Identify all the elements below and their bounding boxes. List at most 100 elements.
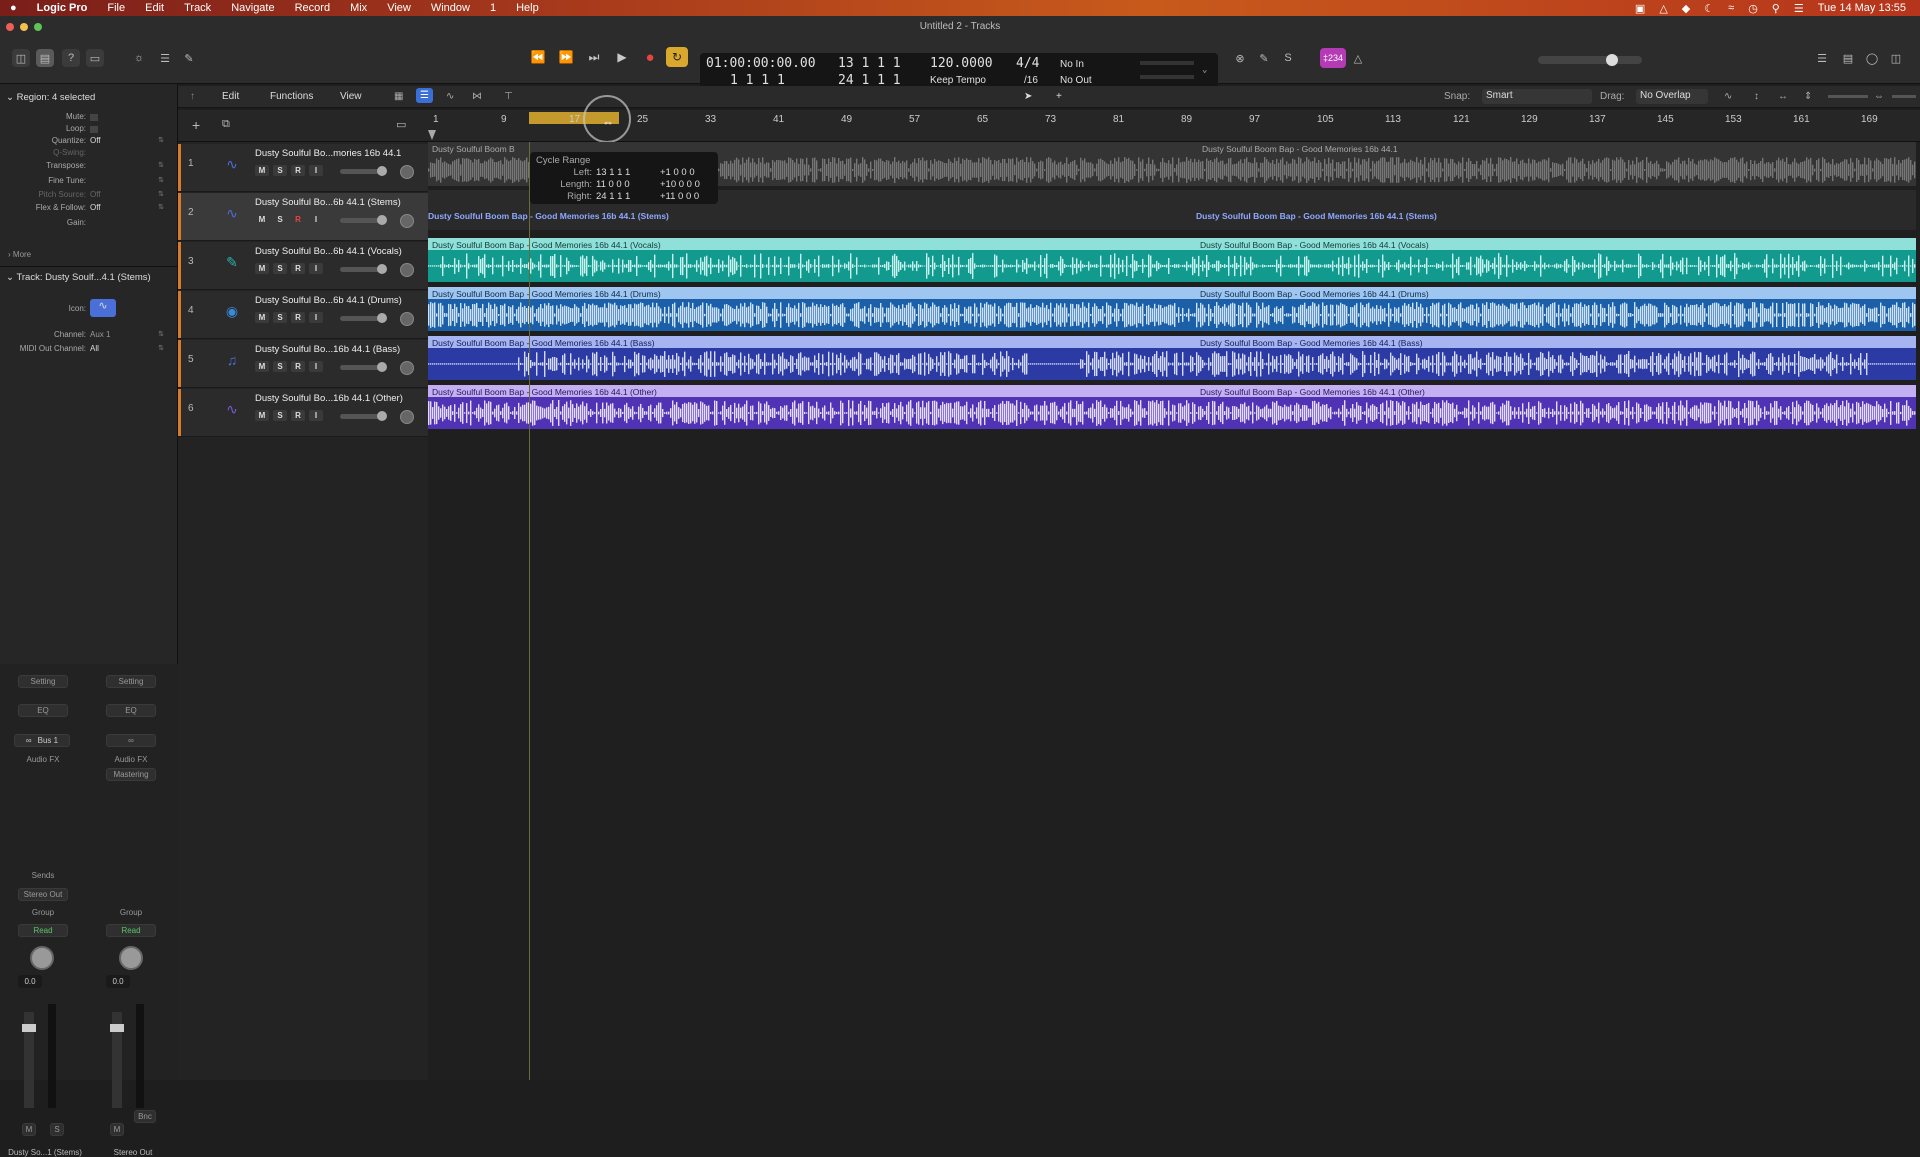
grid-view-icon[interactable]: ▦ [394, 91, 403, 102]
pan-knob-left[interactable] [30, 946, 54, 970]
bounce-button[interactable]: Bnc [134, 1110, 156, 1123]
track-icon[interactable]: ∿ [220, 203, 244, 223]
more-disclosure[interactable]: › More [8, 250, 31, 259]
region-track-6-other[interactable]: Dusty Soulful Boom Bap - Good Memories 1… [428, 385, 1916, 429]
menu-record[interactable]: Record [285, 2, 340, 14]
input-monitor-button[interactable]: I [309, 263, 323, 274]
record-enable-button[interactable]: R [291, 214, 305, 225]
track-name[interactable]: Dusty Soulful Bo...16b 44.1 (Bass) [255, 344, 400, 355]
region-track-5-bass[interactable]: Dusty Soulful Boom Bap - Good Memories 1… [428, 336, 1916, 380]
stepper-icon[interactable]: ⇅ [158, 203, 164, 211]
automation-icon[interactable]: ∿ [446, 91, 454, 102]
view-menu[interactable]: View [340, 91, 362, 102]
lcd-division[interactable]: /16 [1024, 75, 1038, 86]
count-in-badge[interactable]: ‡234 [1320, 48, 1346, 68]
inspector-row-fine-tune[interactable]: Fine Tune: ⇅ [0, 176, 170, 187]
group-slot-right[interactable]: Group [106, 906, 156, 919]
fader-cap[interactable] [22, 1024, 36, 1032]
inspector-row-gain[interactable]: Gain: [0, 218, 170, 229]
solo-button[interactable]: S [273, 165, 287, 176]
track-header[interactable]: 2 ∿ Dusty Soulful Bo...6b 44.1 (Stems) M S R I [178, 193, 428, 241]
solo-button[interactable]: S [273, 214, 287, 225]
quick-help-icon[interactable]: ? [62, 49, 80, 67]
setting-button-left[interactable]: Setting [18, 675, 68, 688]
input-monitor-button[interactable]: I [309, 312, 323, 323]
inspector-row-midi-out[interactable]: MIDI Out Channel: All ⇅ [0, 344, 170, 355]
track-header[interactable]: 5 ♫ Dusty Soulful Bo...16b 44.1 (Bass) M S R I [178, 340, 428, 388]
add-track-icon[interactable]: + [192, 117, 200, 133]
track-header[interactable]: 3 ✎ Dusty Soulful Bo...6b 44.1 (Vocals) M S R… [178, 242, 428, 290]
horizontal-fit-icon[interactable]: ↔ [1778, 91, 1788, 102]
inspector-row-quantize[interactable]: Quantize: Off ⇅ [0, 136, 170, 147]
track-icon[interactable]: ✎ [220, 252, 244, 272]
record-enable-button[interactable]: R [291, 410, 305, 421]
lcd-dropdown-chevron-icon[interactable]: ⌄ [1202, 65, 1207, 75]
track-pan-knob[interactable] [400, 214, 414, 228]
solo-button[interactable]: S [273, 361, 287, 372]
mute-button[interactable]: M [255, 410, 269, 421]
stepper-icon[interactable]: ⇅ [158, 190, 164, 198]
track-pan-knob[interactable] [400, 361, 414, 375]
track-volume-slider[interactable] [340, 166, 387, 176]
track-icon[interactable]: ◉ [220, 301, 244, 321]
input-slot-left[interactable]: ∞ Bus 1 [14, 734, 70, 747]
volume-fader-right[interactable] [110, 1012, 124, 1108]
mute-button-right[interactable]: M [110, 1123, 124, 1136]
disclosure-chevron-icon[interactable]: ⌄ [6, 92, 14, 103]
cycle-icon[interactable]: ↻ [666, 47, 688, 67]
track-pan-knob[interactable] [400, 410, 414, 424]
disclosure-chevron-icon[interactable]: ⌄ [6, 272, 14, 283]
loop-checkbox[interactable] [90, 126, 98, 133]
audio-fx-right[interactable]: Audio FX [106, 753, 156, 766]
mute-button[interactable]: M [255, 263, 269, 274]
menu-1[interactable]: 1 [480, 2, 506, 14]
input-monitor-button[interactable]: I [309, 214, 323, 225]
lcd-time-signature[interactable]: 4/4 [1016, 56, 1039, 71]
menu-file[interactable]: File [97, 2, 135, 14]
smart-controls-icon[interactable]: ☼ [130, 49, 148, 67]
mute-checkbox[interactable] [90, 114, 98, 121]
global-tracks-icon[interactable]: ▭ [396, 118, 406, 131]
edit-menu[interactable]: Edit [222, 91, 239, 102]
tracks-area[interactable]: Dusty Soulful Boom B Dusty Soulful Boom … [428, 142, 1920, 1080]
duplicate-track-icon[interactable]: ⧉ [222, 118, 230, 131]
solo-button[interactable]: S [273, 312, 287, 323]
mute-button[interactable]: M [255, 361, 269, 372]
zoom-vertical-icon[interactable]: ⇕ [1804, 91, 1812, 102]
menu-help[interactable]: Help [506, 2, 549, 14]
track-name[interactable]: Dusty Soulful Bo...16b 44.1 (Other) [255, 393, 403, 404]
volume-readout-right[interactable]: 0.0 [106, 975, 130, 988]
automation-mode-left[interactable]: Read [18, 924, 68, 937]
track-volume-slider[interactable] [340, 264, 387, 274]
track-volume-slider[interactable] [340, 362, 387, 372]
vertical-zoom-slider[interactable] [1828, 95, 1868, 98]
mute-button[interactable]: M [255, 214, 269, 225]
automation-mode-right[interactable]: Read [106, 924, 156, 937]
catch-playhead-icon[interactable]: ⊤ [504, 91, 513, 102]
control-center-icon[interactable]: ☰ [1794, 2, 1804, 15]
pointer-tool-icon[interactable]: ➤ [1024, 91, 1032, 102]
mute-button-left[interactable]: M [22, 1123, 36, 1136]
inspector-toggle-icon[interactable]: ▤ [36, 49, 54, 67]
inspector-row-qswing[interactable]: Q-Swing: [0, 148, 170, 159]
list-view-icon[interactable]: ☰ [416, 88, 433, 103]
play-icon[interactable]: ▶ [611, 47, 633, 67]
tuner-icon[interactable]: ✎ [1256, 49, 1272, 67]
solo-button[interactable]: S [273, 263, 287, 274]
midi-out-value[interactable]: All [90, 344, 99, 353]
track-name[interactable]: Dusty Soulful Bo...mories 16b 44.1 [255, 148, 401, 159]
inspector-row-flex-follow[interactable]: Flex & Follow: Off ⇅ [0, 203, 170, 214]
record-icon[interactable]: ● [639, 47, 661, 67]
drag-dropdown[interactable]: No Overlap [1636, 89, 1708, 104]
metronome-icon[interactable]: △ [1350, 49, 1366, 67]
track-volume-slider[interactable] [340, 215, 387, 225]
track-header[interactable]: 6 ∿ Dusty Soulful Bo...16b 44.1 (Other) M S R… [178, 389, 428, 437]
quantize-value[interactable]: Off [90, 136, 101, 145]
stepper-icon[interactable]: ⇅ [158, 176, 164, 184]
playhead-marker[interactable] [428, 130, 436, 140]
rewind-icon[interactable]: ⏪ [527, 47, 549, 67]
menu-mix[interactable]: Mix [340, 2, 377, 14]
editors-pencil-icon[interactable]: ✎ [180, 49, 198, 67]
vertical-fit-icon[interactable]: ↕ [1754, 91, 1759, 102]
inspector-row-pitch-source[interactable]: Pitch Source: Off ⇅ [0, 190, 170, 201]
